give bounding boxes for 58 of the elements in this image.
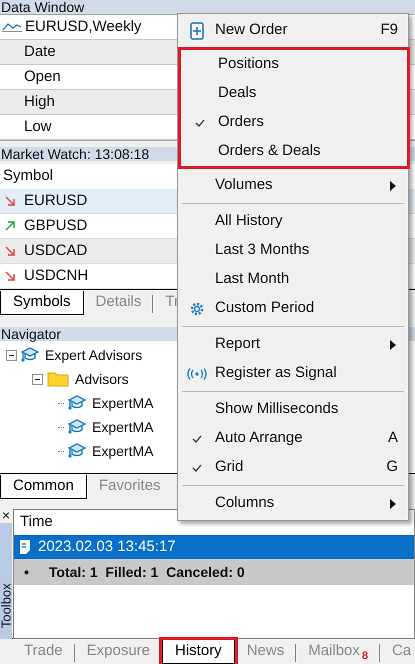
down-arrow-icon [5,196,15,206]
menu-item[interactable]: Last 3 Months [178,236,408,265]
panel-tab[interactable]: History [162,640,235,664]
graduation-cap-icon [68,443,86,459]
down-arrow-icon [5,271,15,281]
document-plus-icon [190,22,204,40]
collapse-icon[interactable] [32,374,43,384]
panel-tab[interactable]: Common [0,475,87,499]
menu-item[interactable]: All History [178,207,408,236]
menu-item[interactable]: Columns [178,489,408,518]
data-label: Low [24,116,52,137]
submenu-arrow-icon [390,498,396,508]
menu-item[interactable]: Show Milliseconds [178,395,408,424]
check-icon [194,118,204,126]
graduation-cap-icon [21,347,39,363]
unread-count: 8 [362,649,368,664]
menu-item[interactable]: Grid G [178,453,408,482]
panel-title: Data Window [0,0,415,14]
gear-icon [188,300,204,316]
menu-item[interactable]: Auto Arrange A [178,424,408,453]
data-label: Date [24,42,56,62]
column-header[interactable]: Symbol [3,165,54,188]
check-icon [192,434,202,442]
tree-item[interactable]: ExpertMA [92,440,154,462]
menu-item[interactable]: Custom Period [178,294,408,323]
menu-item[interactable]: Register as Signal [178,359,408,388]
graduation-cap-icon [68,395,86,411]
menu-item[interactable]: Volumes [178,171,408,200]
close-button[interactable]: × [2,509,10,521]
menu-item[interactable]: New Order F9 [178,16,408,45]
bullet-mark: • [24,562,29,582]
check-icon [192,464,202,472]
data-label: Open [24,66,61,87]
tree-item[interactable]: ExpertMA [92,392,154,414]
folder-icon [47,371,69,387]
tree-item[interactable]: Advisors [75,368,129,390]
tree-item[interactable]: Expert Advisors [45,344,142,366]
submenu-arrow-icon [390,340,396,350]
graduation-cap-icon [68,419,86,435]
panel-tab[interactable]: Symbols [0,291,84,315]
down-arrow-icon [5,246,15,256]
up-arrow-icon [5,221,15,231]
toolbox-label: Toolbox [0,582,14,628]
line-chart-icon [2,22,22,32]
history-row[interactable]: 2023.02.03 13:45:17 [14,535,414,559]
menu-item[interactable]: Orders [181,108,407,137]
chart-symbol: EURUSD,Weekly [25,16,142,37]
submenu-arrow-icon [390,180,396,190]
collapse-icon[interactable] [6,350,17,360]
menu-item[interactable]: Deals [181,79,407,108]
menu-item[interactable]: Last Month [178,265,408,294]
data-label: High [24,92,55,112]
tree-item[interactable]: ExpertMA [92,416,154,438]
document-icon [20,540,30,554]
broadcast-icon [186,368,206,380]
summary-text: Total: 1 Filled: 1 Canceled: 0 [48,562,245,582]
column-header[interactable]: Time [20,511,53,534]
menu-item[interactable]: Positions [181,50,407,79]
